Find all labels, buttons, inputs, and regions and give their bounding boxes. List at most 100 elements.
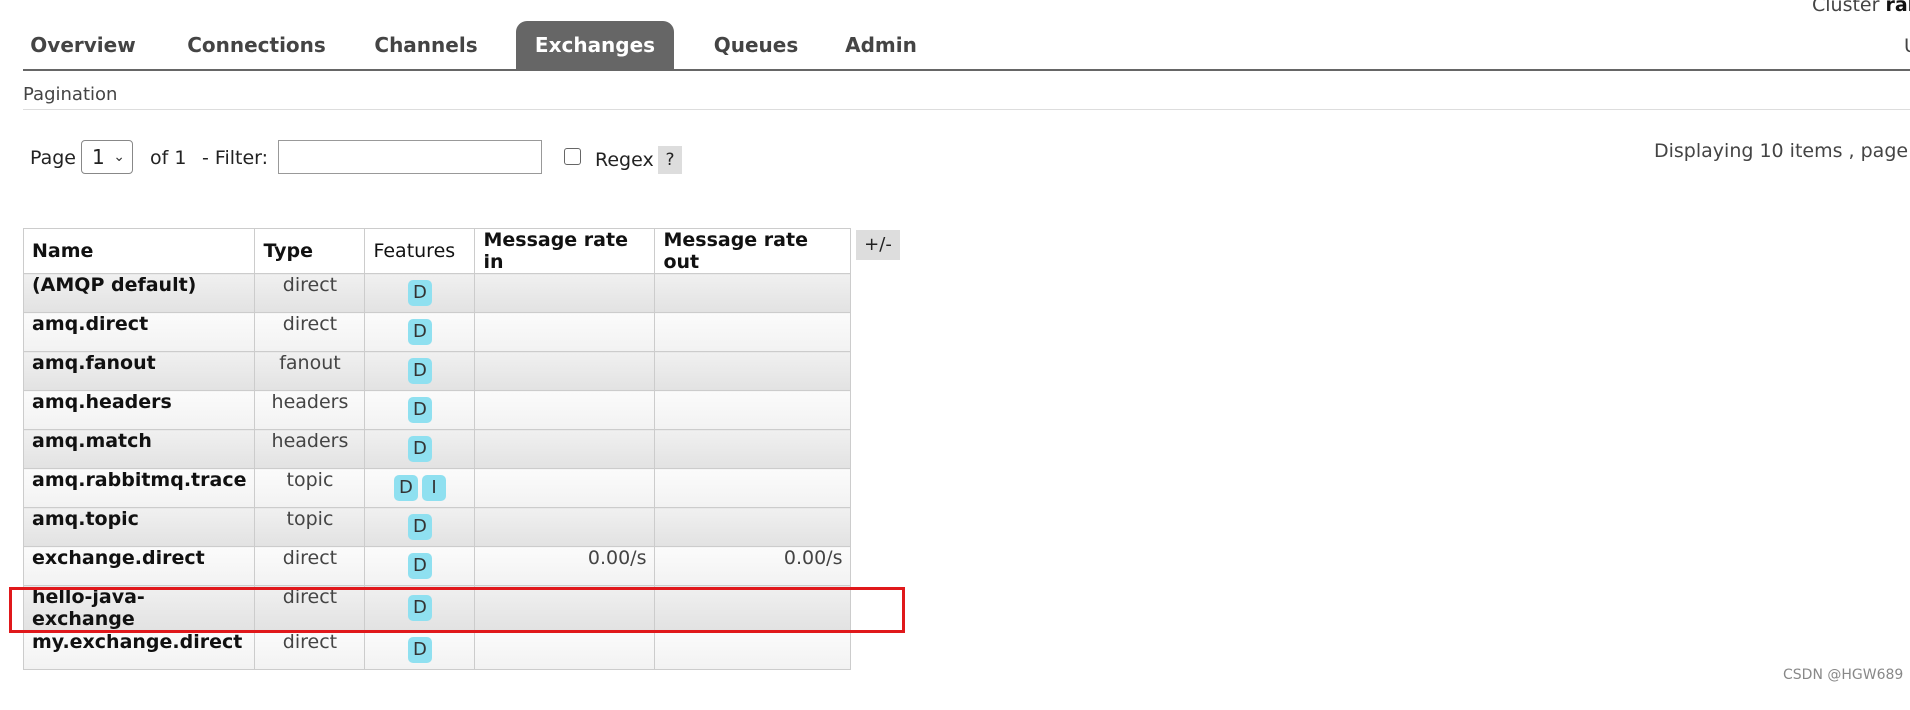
features-cell: D [364,312,476,352]
features-cell: D [364,630,476,670]
features-cell: D [364,546,476,586]
durable-badge: D [407,637,432,663]
tab-overview[interactable]: Overview [23,21,143,69]
rate-out [654,351,852,391]
rate-out [654,273,852,313]
tab-channels[interactable]: Channels [371,21,481,69]
table-header-row: Name Type Features Message rate in Messa… [22,228,852,274]
table-row: amq.topic topic D [22,507,852,547]
table-row: amq.match headers D [22,429,852,469]
table-row: amq.direct direct D [22,312,852,352]
exchange-type: direct [254,546,366,586]
table-row-highlighted: hello-java-exchange direct D [22,585,852,631]
rate-out [654,429,852,469]
regex-label: Regex [595,149,654,171]
rate-out [654,507,852,547]
internal-badge: I [421,475,446,501]
features-cell: D [364,273,476,313]
exchanges-table: Name Type Features Message rate in Messa… [22,228,852,670]
column-header-name[interactable]: Name [22,228,256,274]
cluster-label: Cluster [1812,0,1880,16]
exchange-name-link[interactable]: hello-java-exchange [22,585,256,631]
page-select[interactable]: 1 ⌄ [81,140,133,174]
durable-badge: D [407,553,432,579]
durable-badge: D [407,280,432,306]
features-cell: D [364,390,476,430]
table-row: (AMQP default) direct D [22,273,852,313]
page-label: Page [30,147,76,169]
table-row: amq.rabbitmq.trace topic DI [22,468,852,508]
durable-badge: D [407,358,432,384]
durable-badge: D [407,595,432,621]
column-header-type[interactable]: Type [254,228,366,274]
column-toggle-button[interactable]: +/- [856,230,900,260]
exchange-name-link[interactable]: amq.rabbitmq.trace [22,468,256,508]
table-row: exchange.direct direct D 0.00/s 0.00/s [22,546,852,586]
features-cell: D [364,429,476,469]
table-row: my.exchange.direct direct D [22,630,852,670]
exchange-type: headers [254,429,366,469]
exchange-type: direct [254,273,366,313]
pagination-heading[interactable]: Pagination [23,84,117,105]
rate-in [474,468,656,508]
exchange-type: topic [254,468,366,508]
features-cell: D [364,507,476,547]
filter-label: - Filter: [202,147,269,169]
rate-out: 0.00/s [654,546,852,586]
exchange-name-link[interactable]: amq.headers [22,390,256,430]
column-header-features: Features [364,228,476,274]
exchange-type: direct [254,312,366,352]
exchange-name-link[interactable]: amq.fanout [22,351,256,391]
rate-in [474,312,656,352]
tab-connections[interactable]: Connections [187,21,326,69]
tab-exchanges[interactable]: Exchanges [516,21,674,69]
rate-out [654,630,852,670]
regex-help-button[interactable]: ? [658,146,682,174]
table-row: amq.fanout fanout D [22,351,852,391]
rate-out [654,312,852,352]
features-cell: D [364,585,476,631]
rate-in [474,390,656,430]
exchange-name-link[interactable]: my.exchange.direct [22,630,256,670]
exchange-name-link[interactable]: amq.topic [22,507,256,547]
rate-in [474,273,656,313]
exchange-type: direct [254,630,366,670]
rate-in [474,429,656,469]
durable-badge: D [407,397,432,423]
rate-in: 0.00/s [474,546,656,586]
chevron-down-icon: ⌄ [113,149,125,165]
exchange-name-link[interactable]: amq.match [22,429,256,469]
main-nav-tabs: Overview Connections Channels Exchanges … [23,21,1910,71]
rate-out [654,390,852,430]
cluster-info: Cluster rab [1812,0,1910,22]
durable-badge: D [407,514,432,540]
displaying-summary: Displaying 10 items , page 1 [1654,140,1910,162]
durable-badge: D [393,475,418,501]
rate-out [654,468,852,508]
table-row: amq.headers headers D [22,390,852,430]
column-header-rate-out[interactable]: Message rate out [654,228,852,274]
exchange-type: direct [254,585,366,631]
regex-checkbox[interactable] [564,148,581,165]
watermark: CSDN @HGW689 [1783,667,1904,683]
column-header-rate-in[interactable]: Message rate in [474,228,656,274]
exchange-name-link[interactable]: amq.direct [22,312,256,352]
page-select-value: 1 [92,145,105,169]
features-cell: D [364,351,476,391]
exchange-type: topic [254,507,366,547]
tab-queues[interactable]: Queues [706,21,806,69]
features-cell: DI [364,468,476,508]
rate-in [474,630,656,670]
rate-out [654,585,852,631]
page-count-label: of 1 [150,147,187,169]
cluster-value: rab [1885,0,1910,16]
page: Cluster rab U Overview Connections Chann… [0,0,1910,710]
exchange-name-link[interactable]: exchange.direct [22,546,256,586]
filter-input[interactable] [278,140,542,174]
exchange-name-link[interactable]: (AMQP default) [22,273,256,313]
rate-in [474,351,656,391]
durable-badge: D [407,319,432,345]
exchange-type: fanout [254,351,366,391]
tab-admin[interactable]: Admin [839,21,923,69]
rate-in [474,585,656,631]
